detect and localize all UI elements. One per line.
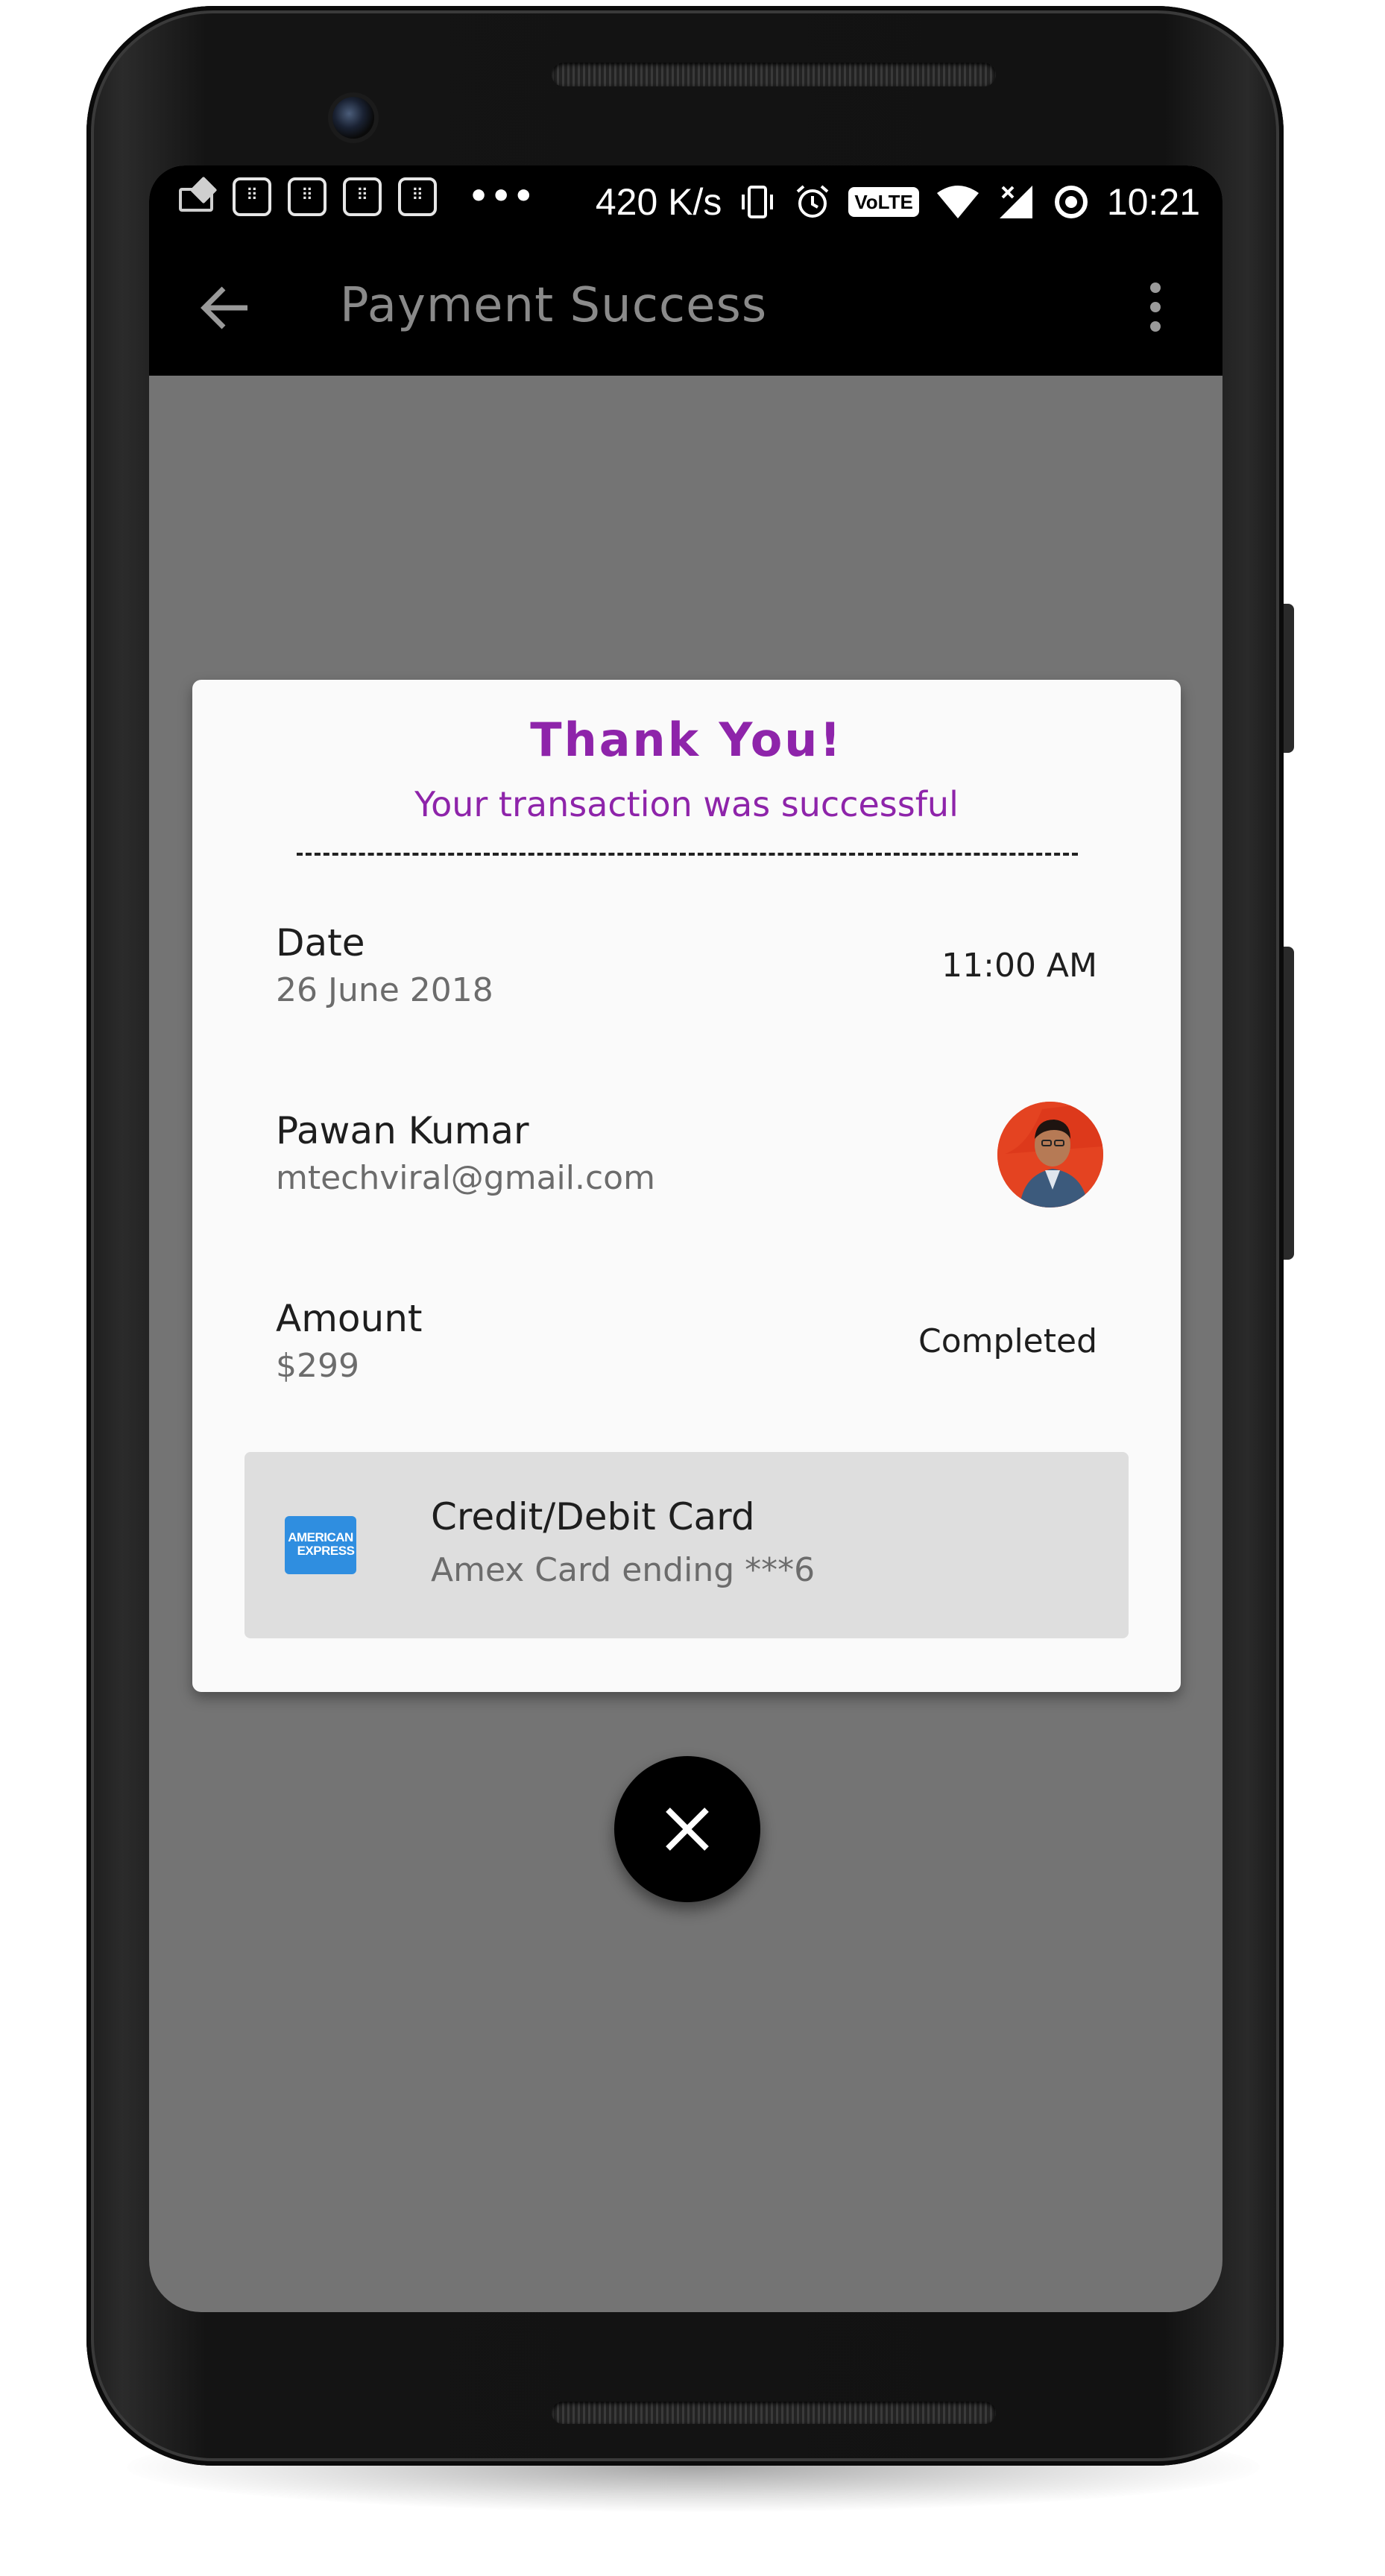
sync-icon	[1054, 186, 1088, 218]
date-row: Date 26 June 2018 11:00 AM	[276, 918, 1097, 1014]
wifi-icon	[936, 186, 979, 218]
notification-icon: ⠿	[398, 177, 437, 216]
close-icon	[666, 1808, 709, 1851]
payment-success-dialog: Thank You! Your transaction was successf…	[192, 680, 1181, 1692]
arrow-back-icon	[201, 286, 247, 329]
top-speaker	[552, 63, 996, 86]
payment-method-box: AMERICAN EXPRESS Credit/Debit Card Amex …	[244, 1452, 1129, 1638]
user-email: mtechviral@gmail.com	[276, 1159, 655, 1197]
power-button	[1284, 604, 1294, 753]
front-camera	[332, 97, 374, 139]
back-button[interactable]	[192, 274, 259, 341]
signal-icon	[999, 186, 1032, 218]
more-options-button[interactable]	[1133, 270, 1178, 344]
volte-icon: VoLTE	[848, 187, 919, 217]
avatar	[997, 1102, 1103, 1208]
dashed-divider	[297, 853, 1078, 856]
amex-card-icon: AMERICAN EXPRESS	[285, 1516, 356, 1574]
payment-method-title: Credit/Debit Card	[431, 1495, 755, 1538]
app-bar: Payment Success	[149, 239, 1222, 376]
user-row: Pawan Kumar mtechviral@gmail.com	[276, 1102, 1103, 1208]
user-name: Pawan Kumar	[276, 1109, 529, 1152]
notification-icon: ⠿	[288, 177, 326, 216]
email-notification-icon	[179, 180, 216, 213]
status-bar-system: 420 K/s VoLTE 10:21	[596, 174, 1200, 230]
notification-icon: ⠿	[233, 177, 271, 216]
user-avatar	[997, 1102, 1103, 1208]
amex-logo-line2: EXPRESS	[297, 1544, 355, 1558]
status-badge: Completed	[918, 1322, 1097, 1360]
dialog-title: Thank You!	[530, 713, 843, 767]
status-bar-notifications: ⠿ ⠿ ⠿ ⠿ •••	[179, 177, 535, 216]
dialog-subtitle: Your transaction was successful	[414, 784, 959, 824]
notification-icon: ⠿	[343, 177, 382, 216]
bottom-speaker	[552, 2402, 996, 2424]
volume-button	[1284, 947, 1294, 1260]
payment-method-detail: Amex Card ending ***6	[431, 1551, 815, 1589]
status-bar: ⠿ ⠿ ⠿ ⠿ ••• 420 K/s VoLTE 10:21	[149, 165, 1222, 239]
time-value: 11:00 AM	[941, 947, 1097, 985]
amount-row: Amount $299 Completed	[276, 1294, 1097, 1389]
clock: 10:21	[1106, 181, 1200, 223]
phone-screen: ⠿ ⠿ ⠿ ⠿ ••• 420 K/s VoLTE 10:21 Payment …	[149, 165, 1222, 2312]
more-vert-icon	[1150, 282, 1161, 332]
more-notifications-icon: •••	[468, 177, 536, 215]
vibrate-icon	[742, 186, 774, 218]
network-speed: 420 K/s	[595, 181, 722, 223]
page-title: Payment Success	[340, 278, 768, 333]
close-button[interactable]	[614, 1756, 760, 1902]
alarm-icon	[797, 185, 829, 218]
amex-logo-line1: AMERICAN	[288, 1530, 353, 1544]
device-mockup: ⠿ ⠿ ⠿ ⠿ ••• 420 K/s VoLTE 10:21 Payment …	[0, 0, 1385, 2576]
